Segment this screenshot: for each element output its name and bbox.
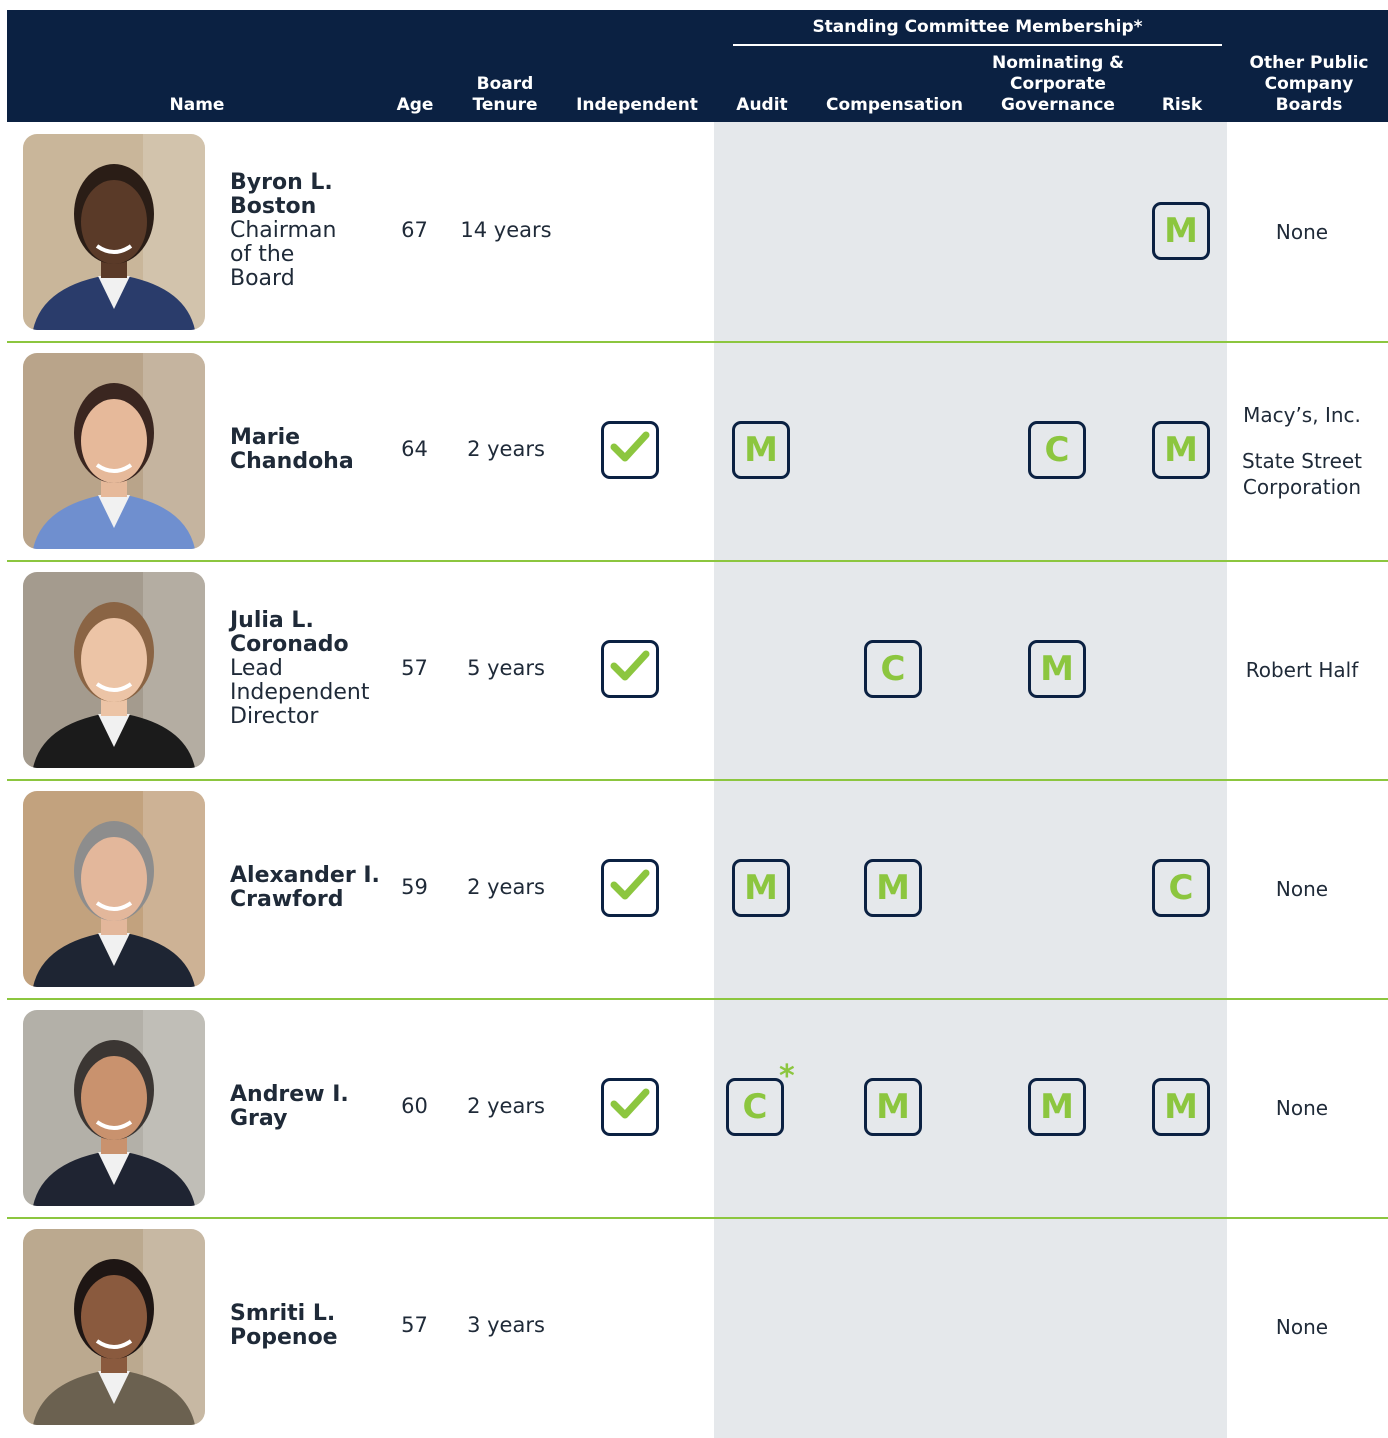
row-separator [7, 560, 1388, 562]
director-name-block: Julia L. Coronado Lead Independent Direct… [230, 609, 395, 729]
committee-compensation-badge: M [864, 859, 922, 917]
committee-audit-badge: M [732, 859, 790, 917]
director-name-block: Marie Chandoha [230, 426, 395, 474]
committee-audit-badge: C [726, 1078, 784, 1136]
director-row: Andrew I. Gray 60 2 years C * M M M None [7, 998, 1388, 1216]
independent-check [601, 1078, 659, 1136]
other-boards: None [1220, 1314, 1384, 1340]
director-age: 59 [401, 875, 428, 899]
director-photo [23, 353, 205, 549]
director-photo [23, 572, 205, 768]
header-tenure: Board Tenure [472, 74, 538, 115]
other-board-name: None [1275, 877, 1329, 901]
other-board-name: None [1275, 1096, 1329, 1120]
other-boards: Macy’s, Inc. State Street Corporation [1220, 402, 1384, 500]
committee-audit-badge: M [732, 421, 790, 479]
director-row: Marie Chandoha 64 2 years M C M Macy’s, Inc. St… [7, 341, 1388, 559]
checkmark-icon [610, 868, 650, 909]
director-photo [23, 1229, 205, 1425]
other-board-name: None [1275, 1315, 1329, 1339]
director-role: Lead Independent Director [230, 656, 370, 729]
director-tenure: 14 years [460, 218, 552, 242]
director-age: 67 [401, 218, 428, 242]
independent-check [601, 859, 659, 917]
audit-footnote-marker: * [779, 1059, 795, 1094]
director-name: Alexander I. Crawford [230, 863, 380, 912]
director-age: 57 [401, 1313, 428, 1337]
committee-nominating-badge: M [1028, 640, 1086, 698]
director-row: Alexander I. Crawford 59 2 years M M C None [7, 779, 1388, 997]
row-separator [7, 779, 1388, 781]
other-boards: None [1220, 876, 1384, 902]
director-age: 60 [401, 1094, 428, 1118]
other-board-name: None [1275, 220, 1329, 244]
director-name: Julia L. Coronado [230, 608, 349, 657]
director-photo [23, 791, 205, 987]
committee-risk-badge: M [1152, 202, 1210, 260]
committee-nominating-badge: M [1028, 1078, 1086, 1136]
director-tenure: 2 years [467, 437, 545, 461]
other-boards: Robert Half [1220, 657, 1384, 683]
committee-compensation-badge: C [864, 640, 922, 698]
other-boards: None [1220, 1095, 1384, 1121]
committee-compensation-badge: M [864, 1078, 922, 1136]
header-independent: Independent [576, 95, 698, 115]
director-name: Marie Chandoha [230, 425, 354, 474]
header-audit: Audit [736, 95, 788, 115]
checkmark-icon [610, 1087, 650, 1128]
director-name-block: Smriti L. Popenoe [230, 1302, 395, 1350]
director-tenure: 3 years [467, 1313, 545, 1337]
director-row: Byron L. Boston Chairman of the Board 67 14… [7, 122, 1388, 340]
independent-check [601, 640, 659, 698]
header-nominating: Nominating & Corporate Governance [992, 53, 1124, 115]
director-name-block: Byron L. Boston Chairman of the Board [230, 171, 395, 291]
header-committee-rule [733, 44, 1222, 46]
header-risk: Risk [1161, 95, 1203, 115]
committee-risk-badge: M [1152, 421, 1210, 479]
checkmark-icon [610, 430, 650, 471]
header-other-boards: Other Public Company Boards [1249, 53, 1369, 115]
committee-risk-badge: C [1152, 859, 1210, 917]
checkmark-icon [610, 649, 650, 690]
row-separator [7, 1217, 1388, 1219]
header-age: Age [396, 95, 434, 115]
row-separator [7, 998, 1388, 1000]
director-name-block: Andrew I. Gray [230, 1083, 395, 1131]
other-boards: None [1220, 219, 1384, 245]
independent-check [601, 421, 659, 479]
other-board-name: Robert Half [1245, 658, 1359, 682]
director-tenure: 2 years [467, 875, 545, 899]
director-age: 64 [401, 437, 428, 461]
committee-nominating-badge: C [1028, 421, 1086, 479]
director-age: 57 [401, 656, 428, 680]
director-tenure: 2 years [467, 1094, 545, 1118]
director-name: Andrew I. Gray [230, 1082, 349, 1131]
director-row: Julia L. Coronado Lead Independent Direct… [7, 560, 1388, 778]
header-name: Name [169, 95, 225, 115]
row-separator [7, 341, 1388, 343]
director-name: Smriti L. Popenoe [230, 1301, 338, 1350]
director-photo [23, 1010, 205, 1206]
director-name: Byron L. Boston [230, 170, 333, 219]
director-name-block: Alexander I. Crawford [230, 864, 395, 912]
table-header: Name Age Board Tenure Independent Standi… [7, 10, 1388, 122]
director-role: Chairman of the Board [230, 218, 337, 291]
committee-risk-badge: M [1152, 1078, 1210, 1136]
director-tenure: 5 years [467, 656, 545, 680]
director-row: Smriti L. Popenoe 57 3 years None [7, 1217, 1388, 1435]
header-compensation: Compensation [826, 95, 963, 115]
other-board-name: Macy’s, Inc. [1243, 403, 1361, 427]
director-photo [23, 134, 205, 330]
other-board-name: State Street Corporation [1241, 449, 1363, 499]
header-committee-group: Standing Committee Membership* [812, 17, 1143, 37]
